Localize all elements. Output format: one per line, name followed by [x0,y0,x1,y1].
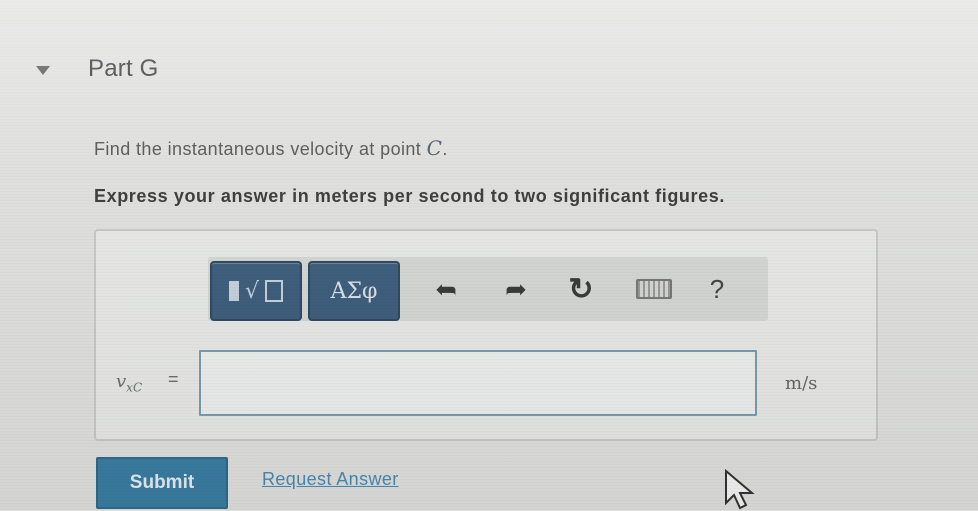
answer-instruction: Express your answer in meters per second… [94,186,725,206]
question-prompt: Find the instantaneous velocity at point [94,139,427,159]
part-header[interactable]: Part G [36,55,159,83]
submit-button[interactable]: Submit [96,457,228,509]
request-answer-link[interactable]: Request Answer [262,469,399,490]
redo-icon[interactable]: ➦ [498,267,534,311]
templates-icon: √ [228,279,284,304]
question-point: C [426,136,443,160]
help-button[interactable]: ? [702,267,732,311]
equals-sign: = [168,369,179,389]
answer-variable-symbol: v [116,371,127,392]
greek-symbols-button[interactable]: ΑΣφ [308,261,400,321]
mouse-cursor-icon [725,469,755,510]
question-text: Find the instantaneous velocity at point… [94,136,448,160]
math-toolbar: √ ΑΣφ ➦ ➦ ↻ ? [208,257,768,321]
part-title: Part G [88,55,159,82]
answer-variable: vxC [116,371,142,395]
templates-button[interactable]: √ [210,261,302,321]
question-period: . [442,139,448,159]
caret-down-icon[interactable] [36,65,50,75]
answer-variable-subscript: xC [126,380,143,395]
answer-box: √ ΑΣφ ➦ ➦ ↻ ? vxC = m/s [94,229,878,441]
unit-label: m/s [785,373,818,394]
keyboard-icon[interactable] [636,279,672,299]
reset-icon[interactable]: ↻ [563,267,599,311]
answer-input[interactable] [199,350,757,416]
undo-icon[interactable]: ➦ [428,267,464,311]
